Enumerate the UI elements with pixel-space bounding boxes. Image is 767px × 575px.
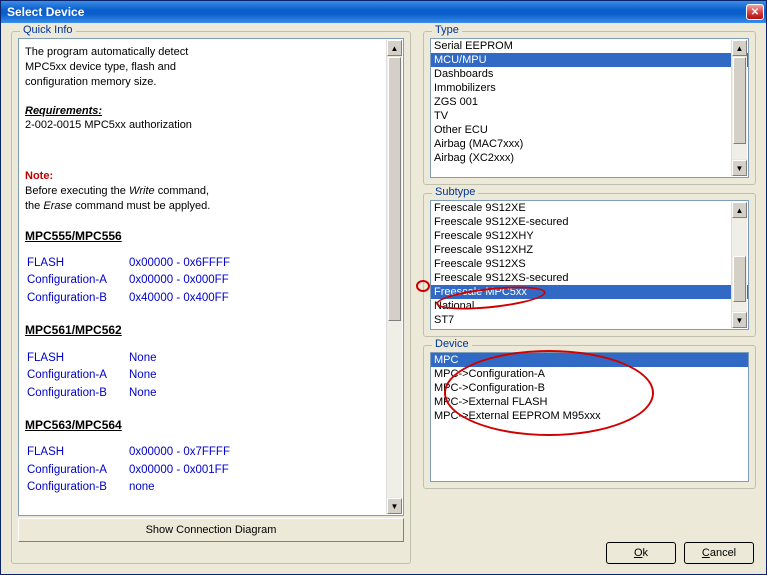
cancel-button[interactable]: Cancel — [684, 542, 754, 564]
memory-region-name: FLASH — [27, 256, 127, 272]
memory-region-range: None — [129, 386, 163, 402]
memory-region-name: FLASH — [27, 351, 127, 367]
memory-region-name: Configuration-A — [27, 463, 127, 479]
memory-region-range: None — [129, 368, 163, 384]
memory-region-name: Configuration-B — [27, 386, 127, 402]
list-item[interactable]: Freescale 9S12XE-secured — [431, 215, 748, 229]
list-item[interactable]: MPC->External EEPROM M95xxx — [431, 409, 748, 423]
list-item[interactable]: Airbag (XC2xxx) — [431, 151, 748, 165]
subtype-listbox[interactable]: Freescale 9S12XEFreescale 9S12XE-secured… — [430, 200, 749, 330]
scroll-down-icon[interactable]: ▼ — [732, 312, 747, 328]
memory-region-range: 0x00000 - 0x000FF — [129, 273, 236, 289]
right-column: Type Serial EEPROMMCU/MPUDashboardsImmob… — [423, 31, 756, 564]
close-icon[interactable]: ✕ — [746, 4, 764, 20]
list-item[interactable]: MPC->External FLASH — [431, 395, 748, 409]
list-item[interactable]: National — [431, 299, 748, 313]
list-item[interactable]: Freescale 9S12XS-secured — [431, 271, 748, 285]
scroll-track[interactable] — [387, 57, 402, 497]
scroll-up-icon[interactable]: ▲ — [732, 202, 747, 218]
scroll-down-icon[interactable]: ▼ — [732, 160, 747, 176]
intro-line: MPC5xx device type, flash and — [25, 60, 399, 75]
memory-section-title: MPC555/MPC556 — [25, 228, 399, 244]
list-item[interactable]: Freescale 9S12XHY — [431, 229, 748, 243]
show-connection-label: Show Connection Diagram — [146, 524, 277, 536]
scroll-up-icon[interactable]: ▲ — [387, 40, 402, 56]
note-line: the Erase command must be applyed. — [25, 199, 399, 214]
titlebar: Select Device ✕ — [1, 1, 766, 23]
ok-button[interactable]: Ok — [606, 542, 676, 564]
memory-region-name: Configuration-A — [27, 368, 127, 384]
intro-line: The program automatically detect — [25, 45, 399, 60]
device-listbox[interactable]: MPCMPC->Configuration-AMPC->Configuratio… — [430, 352, 749, 482]
annotation-circle-icon — [416, 280, 430, 292]
memory-sections: MPC555/MPC556FLASH0x00000 - 0x6FFFFConfi… — [25, 214, 399, 498]
memory-section-title: MPC563/MPC564 — [25, 417, 399, 433]
select-device-window: Select Device ✕ Quick Info The program a… — [0, 0, 767, 575]
list-item[interactable]: Immobilizers — [431, 81, 748, 95]
list-item[interactable]: MPC->Configuration-A — [431, 367, 748, 381]
device-legend: Device — [432, 338, 472, 350]
list-item[interactable]: Other ECU — [431, 123, 748, 137]
subtype-group: Subtype Freescale 9S12XEFreescale 9S12XE… — [423, 193, 756, 337]
memory-region-range: 0x40000 - 0x400FF — [129, 291, 236, 307]
scroll-up-icon[interactable]: ▲ — [732, 40, 747, 56]
list-item[interactable]: ST7 — [431, 313, 748, 327]
content-area: Quick Info The program automatically det… — [1, 23, 766, 574]
type-listbox[interactable]: Serial EEPROMMCU/MPUDashboardsImmobilize… — [430, 38, 749, 178]
memory-region-name: FLASH — [27, 445, 127, 461]
memory-region-name: Configuration-A — [27, 273, 127, 289]
list-item[interactable]: Serial EEPROM — [431, 39, 748, 53]
list-item[interactable]: MPC — [431, 353, 748, 367]
list-item[interactable]: TV — [431, 109, 748, 123]
type-scrollbar[interactable]: ▲ ▼ — [731, 40, 747, 176]
list-item[interactable]: Freescale 9S12XS — [431, 257, 748, 271]
memory-region-range: 0x00000 - 0x7FFFF — [129, 445, 236, 461]
quick-info-legend: Quick Info — [20, 24, 76, 36]
left-column: Quick Info The program automatically det… — [11, 31, 411, 564]
subtype-legend: Subtype — [432, 186, 478, 198]
memory-section-title: MPC561/MPC562 — [25, 322, 399, 338]
quick-info-body: The program automatically detect MPC5xx … — [25, 45, 399, 498]
subtype-scrollbar[interactable]: ▲ ▼ — [731, 202, 747, 328]
window-title: Select Device — [7, 5, 84, 19]
scroll-thumb[interactable] — [388, 57, 401, 321]
scroll-thumb[interactable] — [733, 256, 746, 302]
list-item[interactable]: Freescale 9S12XE — [431, 201, 748, 215]
device-group: Device MPCMPC->Configuration-AMPC->Confi… — [423, 345, 756, 489]
list-item[interactable]: Airbag (MAC7xxx) — [431, 137, 748, 151]
list-item[interactable]: ZGS 001 — [431, 95, 748, 109]
list-item[interactable]: Dashboards — [431, 67, 748, 81]
note-label: Note: — [25, 170, 53, 182]
list-item[interactable]: MCU/MPU — [431, 53, 748, 67]
quick-info-group: Quick Info The program automatically det… — [11, 31, 411, 564]
list-item[interactable]: Freescale MPC5xx — [431, 285, 748, 299]
type-group: Type Serial EEPROMMCU/MPUDashboardsImmob… — [423, 31, 756, 185]
dialog-buttons: Ok Cancel — [423, 538, 756, 564]
type-legend: Type — [432, 24, 462, 36]
quick-info-viewport: The program automatically detect MPC5xx … — [18, 38, 404, 516]
memory-region-name: Configuration-B — [27, 480, 127, 496]
memory-region-range: 0x00000 - 0x001FF — [129, 463, 236, 479]
memory-region-range: None — [129, 351, 163, 367]
scroll-down-icon[interactable]: ▼ — [387, 498, 402, 514]
intro-line: configuration memory size. — [25, 75, 399, 90]
requirements-text: 2-002-0015 MPC5xx authorization — [25, 118, 399, 133]
note-line: Before executing the Write command, — [25, 184, 399, 199]
show-connection-diagram-button[interactable]: Show Connection Diagram — [18, 518, 404, 542]
requirements-label: Requirements: — [25, 104, 399, 119]
memory-region-name: Configuration-B — [27, 291, 127, 307]
memory-region-range: 0x00000 - 0x6FFFF — [129, 256, 236, 272]
memory-region-range: none — [129, 480, 236, 496]
list-item[interactable]: Freescale 9S12XHZ — [431, 243, 748, 257]
info-scrollbar[interactable]: ▲ ▼ — [386, 40, 402, 514]
list-item[interactable]: MPC->Configuration-B — [431, 381, 748, 395]
scroll-thumb[interactable] — [733, 57, 746, 144]
